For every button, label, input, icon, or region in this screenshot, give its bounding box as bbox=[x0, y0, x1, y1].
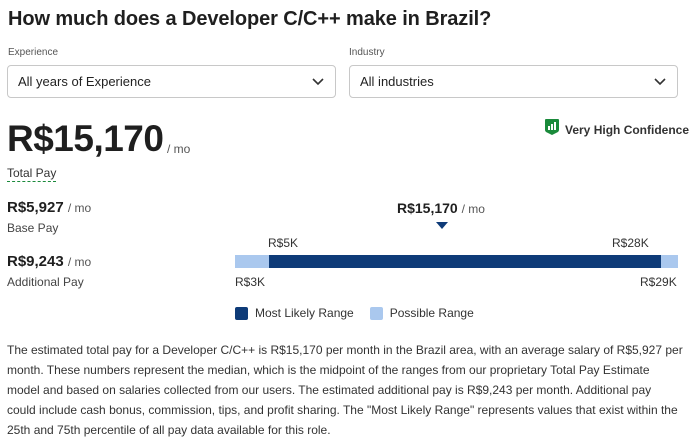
confidence-bars-icon bbox=[544, 118, 560, 141]
legend-possible: Possible Range bbox=[369, 306, 474, 320]
base-pay-period: / mo bbox=[67, 201, 92, 215]
confidence-text: Very High Confidence bbox=[565, 122, 690, 137]
total-pay-period: / mo bbox=[167, 142, 191, 156]
additional-pay-label: Additional Pay bbox=[7, 275, 84, 289]
range-legend: Most Likely Range Possible Range bbox=[235, 306, 474, 320]
total-pay-label[interactable]: Total Pay bbox=[7, 166, 57, 182]
industry-label: Industry bbox=[349, 47, 385, 58]
legend-most-likely-label: Most Likely Range bbox=[255, 306, 354, 320]
legend-most-likely: Most Likely Range bbox=[235, 306, 354, 320]
additional-pay-period: / mo bbox=[67, 255, 92, 269]
most-likely-swatch bbox=[235, 306, 248, 320]
median-marker-icon bbox=[436, 222, 448, 229]
likely-high-label: R$28K bbox=[612, 236, 649, 250]
industry-select-value: All industries bbox=[360, 74, 434, 89]
base-pay-row: R$5,927 / mo bbox=[7, 199, 91, 216]
industry-select[interactable]: All industries bbox=[349, 65, 678, 98]
experience-label: Experience bbox=[8, 47, 59, 58]
experience-select[interactable]: All years of Experience bbox=[7, 65, 336, 98]
base-pay-label: Base Pay bbox=[7, 221, 59, 235]
possible-range-bar bbox=[235, 255, 678, 268]
likely-range-bar bbox=[269, 255, 661, 268]
additional-pay-row: R$9,243 / mo bbox=[7, 253, 91, 270]
chevron-down-icon bbox=[653, 75, 667, 89]
confidence-indicator[interactable]: Very High Confidence bbox=[544, 118, 689, 141]
additional-pay-amount: R$9,243 bbox=[7, 253, 64, 270]
possible-high-label: R$29K bbox=[640, 275, 677, 289]
experience-select-value: All years of Experience bbox=[18, 74, 151, 89]
pay-description: The estimated total pay for a Developer … bbox=[7, 343, 683, 437]
likely-low-label: R$5K bbox=[268, 236, 299, 250]
median-pay-amount: R$15,170 bbox=[397, 200, 458, 216]
page-title: How much does a Developer C/C++ make in … bbox=[8, 8, 492, 30]
possible-swatch bbox=[369, 306, 383, 320]
legend-possible-label: Possible Range bbox=[389, 306, 474, 320]
total-pay-amount: R$15,170 bbox=[7, 118, 164, 159]
base-pay-amount: R$5,927 bbox=[7, 199, 64, 216]
median-pay-label: R$15,170 / mo bbox=[397, 200, 485, 216]
median-pay-period: / mo bbox=[461, 202, 485, 216]
possible-low-label: R$3K bbox=[235, 275, 266, 289]
chevron-down-icon bbox=[311, 75, 325, 89]
